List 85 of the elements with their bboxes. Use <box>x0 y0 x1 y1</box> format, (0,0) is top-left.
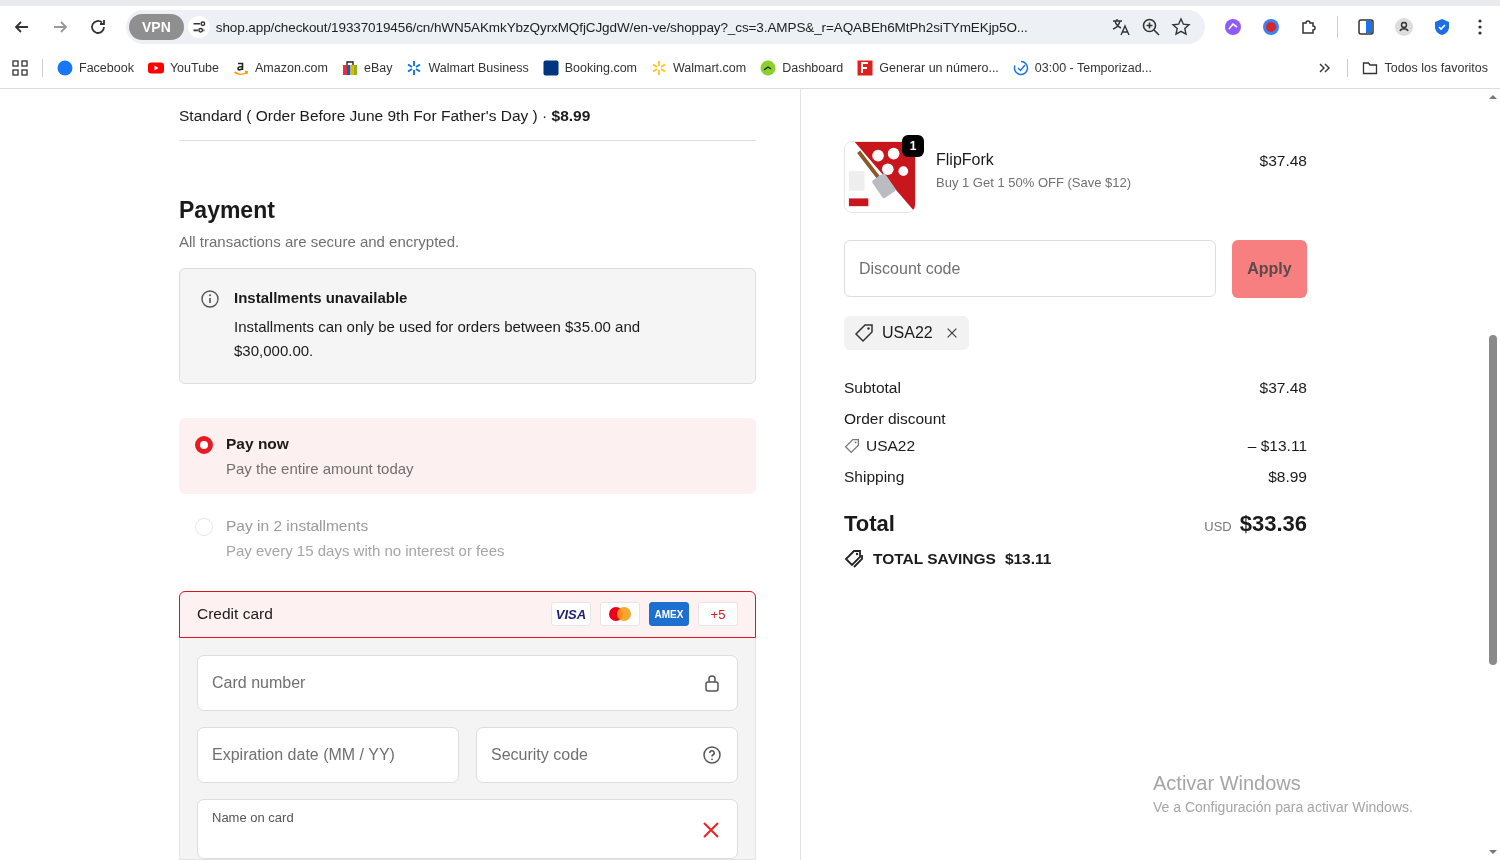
extension-icon[interactable] <box>1223 17 1243 37</box>
option-subtitle: Pay every 15 days with no interest or fees <box>226 541 505 559</box>
summary-label: Shipping <box>844 468 905 486</box>
bookmark-icon <box>542 60 559 76</box>
payment-option[interactable]: Pay now Pay the entire amount today <box>179 417 756 494</box>
bookmark[interactable]: Dashboard <box>760 60 844 76</box>
zoom-icon[interactable] <box>1141 17 1161 37</box>
bookmark[interactable]: Booking.com <box>542 60 637 76</box>
info-icon <box>200 288 220 309</box>
profile-icon[interactable] <box>1394 17 1414 37</box>
bookmark[interactable]: YouTube <box>147 60 220 76</box>
summary-label: Subtotal <box>844 379 901 397</box>
option-title: Pay now <box>226 434 290 453</box>
scroll-up-icon[interactable] <box>1488 93 1498 101</box>
option-title: Pay in 2 installments <box>226 516 370 535</box>
bookmark-icon <box>406 60 423 76</box>
card-brand-logo: VISA <box>551 602 591 627</box>
more-brands-badge: +5 <box>698 602 738 627</box>
bookmark-icon <box>147 60 164 76</box>
summary-value: $37.48 <box>1259 379 1307 397</box>
bookmark-icon <box>857 60 874 76</box>
option-subtitle: Pay the entire amount today <box>226 459 414 477</box>
offer-text: Buy 1 Get 1 50% OFF (Save $12) <box>936 175 1132 190</box>
card-brand-logo <box>600 602 640 627</box>
summary-label: Order discount <box>844 410 946 428</box>
discount-code-field[interactable]: Discount code <box>844 240 1216 297</box>
input-field[interactable]: Security code <box>476 727 738 783</box>
notice-title: Installments unavailable <box>234 288 409 306</box>
bookmark-icon <box>760 60 777 76</box>
quantity-badge: 1 <box>902 135 924 157</box>
bookmark-icon <box>57 60 73 76</box>
summary-label: USA22 <box>866 437 916 455</box>
bookmark-icon <box>342 60 358 76</box>
extension-icon[interactable] <box>1261 17 1281 37</box>
tag-icon <box>844 438 860 454</box>
payment-heading: Payment <box>179 196 276 224</box>
bookmark[interactable]: Amazon.com <box>233 60 328 76</box>
tags-icon <box>844 549 864 569</box>
summary-value: – $13.11 <box>1247 437 1307 455</box>
notice-text: Installments can only be used for orders between $35.00 and $30,000.00. <box>234 316 642 361</box>
reload-icon[interactable] <box>88 17 108 37</box>
activation-title: Activar Windows <box>1153 772 1302 795</box>
help-icon[interactable] <box>702 745 722 765</box>
payment-subtitle: All transactions are secure and encrypted. <box>179 232 461 250</box>
summary-value: $8.99 <box>1268 468 1307 486</box>
radio-button[interactable] <box>195 435 213 454</box>
bookmark-icon <box>1012 60 1029 76</box>
url-text: shop.app/checkout/19337019456/cn/hWN5AKmkYbzQyrxMQfjCJgdW/en-ve/shoppay?_cs=3.AMPS&_r=AQABEh6MtPh2siTYmEKjp5O... <box>215 19 1029 35</box>
input-field[interactable]: Expiration date (MM / YY) <box>197 727 459 783</box>
shipping-method-text: Standard ( Order Before June 9th For Father's Day ) · $8.99 <box>179 106 592 126</box>
total-amount: $33.36 <box>1239 511 1307 537</box>
bookmark-icon <box>233 60 250 76</box>
bookmark[interactable]: 03:00 - Temporizad... <box>1012 60 1153 76</box>
bookmark[interactable]: Walmart Business <box>406 60 529 76</box>
activation-text: Ve a Configuración para activar Windows. <box>1153 799 1413 815</box>
sidebar-icon[interactable] <box>1356 17 1376 37</box>
savings-amount: $13.11 <box>1004 550 1052 568</box>
shield-icon[interactable] <box>1432 17 1452 37</box>
product-price: $37.48 <box>1259 152 1307 170</box>
bookmark[interactable]: Facebook <box>57 60 134 76</box>
star-icon[interactable] <box>1171 17 1191 37</box>
bookmark[interactable]: Walmart.com <box>651 60 747 76</box>
bookmark[interactable]: eBay <box>342 60 393 76</box>
puzzle-icon[interactable] <box>1299 17 1319 37</box>
tag-icon <box>854 323 874 343</box>
input-field[interactable]: Name on card <box>197 799 738 859</box>
all-bookmarks-folder[interactable]: Todos los favoritos <box>1362 60 1488 76</box>
total-label: Total <box>844 511 895 537</box>
apps-icon[interactable] <box>12 60 28 76</box>
currency-label: USD <box>1204 519 1232 534</box>
savings-label: TOTAL SAVINGS <box>873 550 996 568</box>
scrollbar-thumb[interactable] <box>1489 335 1497 665</box>
card-brand-logo: AMEX <box>649 602 689 627</box>
scroll-down-icon[interactable] <box>1488 848 1498 856</box>
lock-icon <box>702 673 722 693</box>
bookmark-icon <box>651 60 667 76</box>
folder-icon <box>1362 60 1379 76</box>
credit-card-option[interactable]: Credit card VISA AMEX +5 <box>179 590 756 638</box>
translate-icon[interactable] <box>1111 17 1131 37</box>
product-name: FlipFork <box>936 151 995 169</box>
discount-code-text: USA22 <box>882 324 933 342</box>
site-settings-icon[interactable] <box>187 16 210 38</box>
address-bar[interactable]: VPN shop.app/checkout/19337019456/cn/hWN5AKmkYbzQyrxMQfjCJgdW/en-ve/shoppay?_cs=3.AMPS&_r=AQABEh6MtPh2siTYmEKjp5O... <box>126 10 1205 44</box>
bookmark[interactable]: Generar un número... <box>857 60 999 76</box>
input-field[interactable]: Card number <box>197 655 738 711</box>
